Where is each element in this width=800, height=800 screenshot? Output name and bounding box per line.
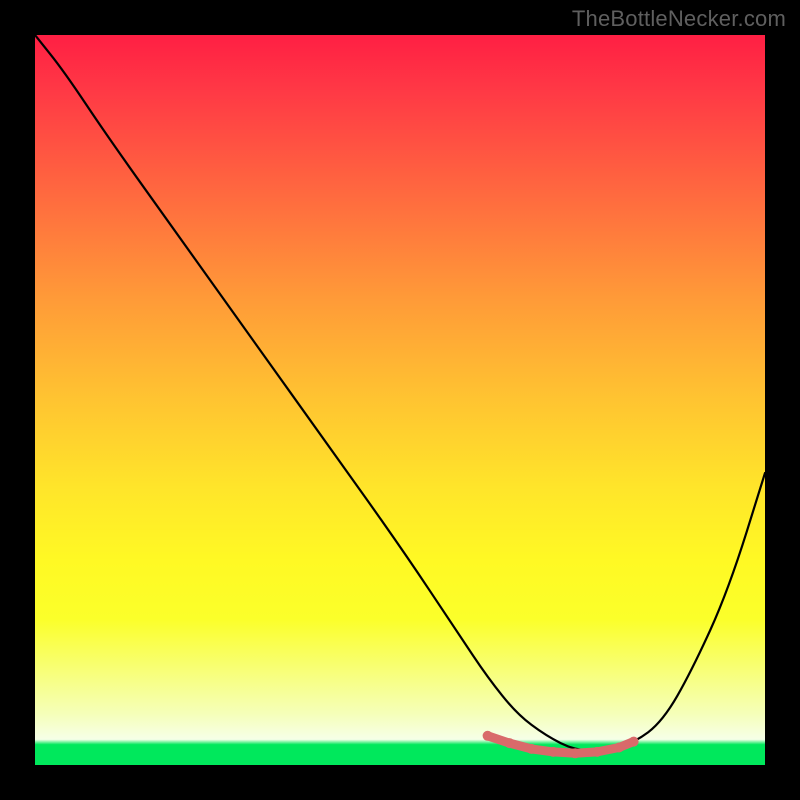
- watermark-text: TheBottleNecker.com: [572, 6, 786, 32]
- plot-area: [35, 35, 765, 765]
- marker-layer: [35, 35, 765, 765]
- optimal-marker-dot: [483, 731, 493, 741]
- optimal-marker-dot: [548, 747, 558, 757]
- optimal-marker-dot: [614, 743, 624, 753]
- optimal-marker-dot: [505, 738, 515, 748]
- chart-container: TheBottleNecker.com: [0, 0, 800, 800]
- optimal-marker-dot: [526, 744, 536, 754]
- optimal-marker-dot: [629, 737, 639, 747]
- optimal-marker-dot: [570, 748, 580, 758]
- optimal-marker-dot: [592, 747, 602, 757]
